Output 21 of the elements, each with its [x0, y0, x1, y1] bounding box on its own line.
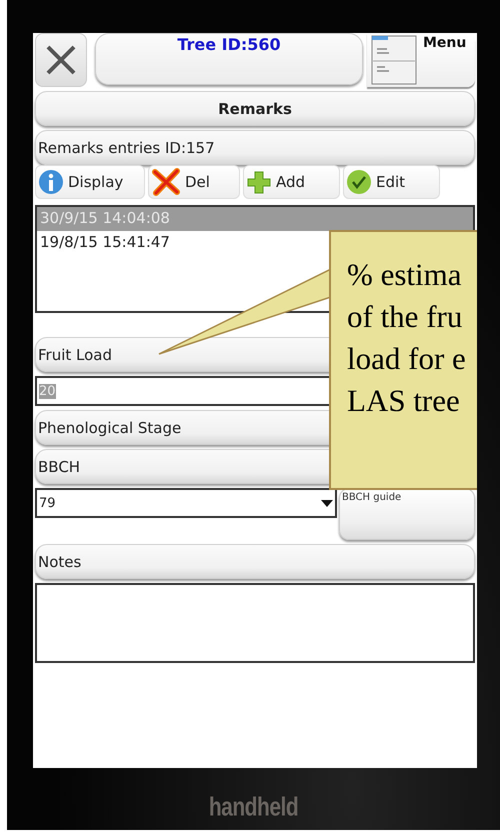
plus-icon [246, 170, 272, 194]
check-icon [346, 169, 372, 195]
notes-field[interactable] [35, 583, 475, 663]
section-title: Remarks [35, 91, 475, 126]
cross-icon [151, 168, 181, 196]
toolbar-button[interactable]: Display [35, 165, 145, 199]
menu-button[interactable]: Menu [367, 33, 475, 87]
notes-label: Notes [35, 544, 475, 579]
bbch-guide-button[interactable]: BBCH guide [339, 488, 475, 540]
entries-label: Remarks entries ID:157 [35, 130, 475, 165]
dropdown-arrow-icon [321, 500, 333, 506]
file-menu-icon [371, 35, 417, 85]
close-button[interactable] [35, 33, 87, 87]
toolbar-button[interactable]: Add [243, 165, 340, 199]
info-icon [38, 169, 64, 195]
bbch-dropdown[interactable]: 79 [35, 488, 337, 518]
close-icon [44, 43, 78, 77]
tree-id-title: Tree ID:560 [177, 35, 281, 56]
brand-label: handheld [208, 793, 298, 823]
toolbar-button[interactable]: Edit [343, 165, 440, 199]
toolbar-button[interactable]: Del [148, 165, 240, 199]
